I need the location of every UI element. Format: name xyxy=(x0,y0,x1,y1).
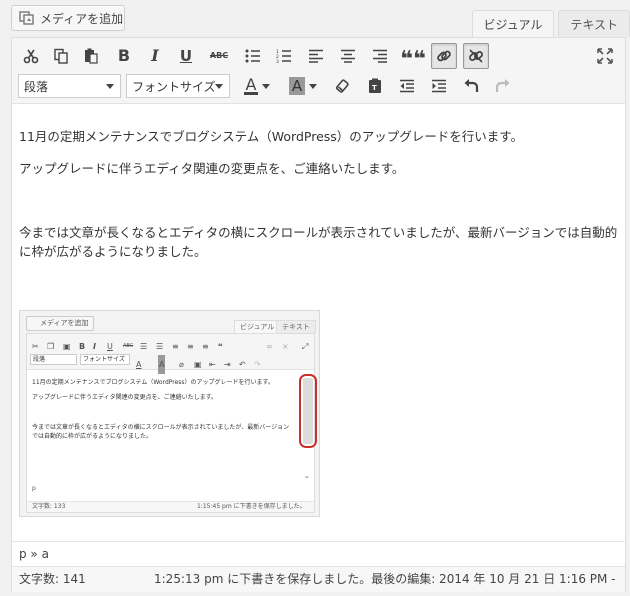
editor-toolbar: B I U ABC 123 ❝❝ 段落 フォントサイズ A A T xyxy=(12,38,625,104)
embedded-element-path: p xyxy=(32,485,36,492)
font-size-select[interactable]: フォントサイズ xyxy=(126,74,230,98)
toolbar-row-1: B I U ABC 123 ❝❝ xyxy=(12,41,625,71)
embedded-paste-text-icon: ▣ xyxy=(194,360,202,369)
strikethrough-button[interactable]: ABC xyxy=(206,43,232,69)
highlight-circle xyxy=(299,374,317,448)
embedded-add-media-label: メディアを追加 xyxy=(40,319,89,327)
svg-text:3: 3 xyxy=(276,59,279,63)
embedded-background-color-icon: A xyxy=(158,355,166,374)
embedded-clear-formatting-icon: ⌀ xyxy=(179,360,184,369)
embedded-link-icon: ∞ xyxy=(266,342,273,351)
embedded-toolbar: ✂ ❐ ▣ B I U ABC ☰ ☰ ≡ ≡ ≡ ❝ ∞ ⨯ ⤢ 段落 フォン… xyxy=(27,334,314,374)
insert-link-icon[interactable] xyxy=(431,43,457,69)
toolbar-row-2: 段落 フォントサイズ A A T xyxy=(12,71,625,101)
embedded-word-count: 文字数: 133 xyxy=(32,503,66,510)
embedded-screenshot[interactable]: メディアを追加 ビジュアル テキスト ✂ ❐ ▣ B I U ABC ☰ ☰ ≡… xyxy=(19,310,320,517)
paste-as-text-icon[interactable]: T xyxy=(362,73,388,99)
clear-formatting-icon[interactable] xyxy=(330,73,356,99)
embedded-paragraph-2: アップグレードに伴うエディタ関連の変更点を、ご連絡いたします。 xyxy=(32,394,217,401)
underline-button[interactable]: U xyxy=(173,43,199,69)
embedded-blockquote-icon: ❝ xyxy=(218,342,223,351)
element-path[interactable]: p » a xyxy=(12,541,625,566)
align-center-icon[interactable] xyxy=(335,43,361,69)
paragraph-format-select[interactable]: 段落 xyxy=(18,74,121,98)
unlink-icon[interactable] xyxy=(463,43,489,69)
embedded-paragraph-3: 今までは文章が長くなるとエディタの横にスクロールが表示されていましたが、最新バー… xyxy=(32,424,290,440)
fullscreen-icon[interactable] xyxy=(592,43,618,69)
blockquote-button[interactable]: ❝❝ xyxy=(400,43,426,71)
embedded-bullet-list-icon: ☰ xyxy=(140,342,148,351)
background-color-label: A xyxy=(288,77,306,95)
content-paragraph-3: 今までは文章が長くなるとエディタの横にスクロールが表示されていましたが、最新バー… xyxy=(19,225,618,259)
embedded-add-media-button: メディアを追加 xyxy=(26,316,94,331)
paragraph-format-value: 段落 xyxy=(24,79,49,94)
text-color-dropdown[interactable] xyxy=(259,73,273,99)
chevron-down-icon xyxy=(309,83,317,89)
embedded-scroll-down-icon: ⌄ xyxy=(304,472,310,480)
chevron-down-icon xyxy=(106,84,114,89)
embedded-numbered-list-icon: ☰ xyxy=(156,342,164,351)
italic-button[interactable]: I xyxy=(142,43,168,69)
embedded-align-right-icon: ≡ xyxy=(202,342,209,351)
media-icon xyxy=(19,11,35,25)
tab-text[interactable]: テキスト xyxy=(558,10,630,37)
word-count: 文字数: 141 xyxy=(19,572,86,586)
paste-icon[interactable] xyxy=(78,43,104,69)
undo-icon[interactable] xyxy=(458,73,484,99)
chevron-down-icon xyxy=(262,83,270,89)
embedded-unlink-icon: ⨯ xyxy=(282,342,289,351)
font-size-value: フォントサイズ xyxy=(132,79,216,94)
add-media-button[interactable]: メディアを追加 xyxy=(11,5,125,31)
svg-text:T: T xyxy=(372,84,377,92)
copy-icon[interactable] xyxy=(48,43,74,69)
editor-frame: B I U ABC 123 ❝❝ 段落 フォントサイズ A A T 11月の定期… xyxy=(11,37,626,592)
background-color-dropdown[interactable] xyxy=(306,73,320,99)
bullet-list-icon[interactable] xyxy=(240,43,266,69)
text-color-label: A xyxy=(243,75,259,95)
redo-icon[interactable] xyxy=(490,73,516,99)
numbered-list-icon[interactable]: 123 xyxy=(271,43,297,69)
content-paragraph-2: アップグレードに伴うエディタ関連の変更点を、ご連絡いたします。 xyxy=(19,161,405,176)
autosave-status: 1:25:13 pm に下書きを保存しました。最後の編集: 2014 年 10 … xyxy=(154,572,616,586)
indent-icon[interactable] xyxy=(426,73,452,99)
outdent-icon[interactable] xyxy=(394,73,420,99)
embedded-redo-icon: ↷ xyxy=(254,360,261,369)
embedded-saved-status: 1:15:45 pm に下書きを保存しました。 xyxy=(197,503,306,510)
tab-visual[interactable]: ビジュアル xyxy=(471,10,555,38)
embedded-align-left-icon: ≡ xyxy=(172,342,179,351)
embedded-align-center-icon: ≡ xyxy=(187,342,194,351)
editor-content[interactable]: 11月の定期メンテナンスでブログシステム（WordPress）のアップグレードを… xyxy=(12,105,625,537)
status-bar: 文字数: 141 1:25:13 pm に下書きを保存しました。最後の編集: 2… xyxy=(12,566,625,592)
content-paragraph-1: 11月の定期メンテナンスでブログシステム（WordPress）のアップグレードを… xyxy=(19,129,524,144)
cut-icon[interactable] xyxy=(18,43,44,69)
embedded-editor-frame: ✂ ❐ ▣ B I U ABC ☰ ☰ ≡ ≡ ≡ ❝ ∞ ⨯ ⤢ 段落 フォン… xyxy=(26,333,317,513)
embedded-outdent-icon: ⇤ xyxy=(209,360,216,369)
embedded-text-color-icon: A xyxy=(136,360,142,369)
add-media-label: メディアを追加 xyxy=(40,11,124,26)
embedded-indent-icon: ⇥ xyxy=(224,360,231,369)
align-left-icon[interactable] xyxy=(303,43,329,69)
chevron-down-icon xyxy=(215,84,223,89)
embedded-status-bar: 文字数: 133 1:15:45 pm に下書きを保存しました。 xyxy=(27,501,314,512)
embedded-font-size-select: フォントサイズ xyxy=(80,354,130,365)
align-right-icon[interactable] xyxy=(367,43,393,69)
embedded-paragraph-select: 段落 xyxy=(30,354,77,365)
bold-button[interactable]: B xyxy=(111,43,137,69)
embedded-tab-visual: ビジュアル xyxy=(234,320,281,333)
embedded-fullscreen-icon: ⤢ xyxy=(302,342,309,351)
editor-tabs: ビジュアル テキスト xyxy=(471,10,630,38)
embedded-undo-icon: ↶ xyxy=(239,360,246,369)
embedded-tab-text: テキスト xyxy=(276,320,316,333)
embedded-paragraph-1: 11月の定期メンテナンスでブログシステム（WordPress）のアップグレードを… xyxy=(32,379,274,386)
